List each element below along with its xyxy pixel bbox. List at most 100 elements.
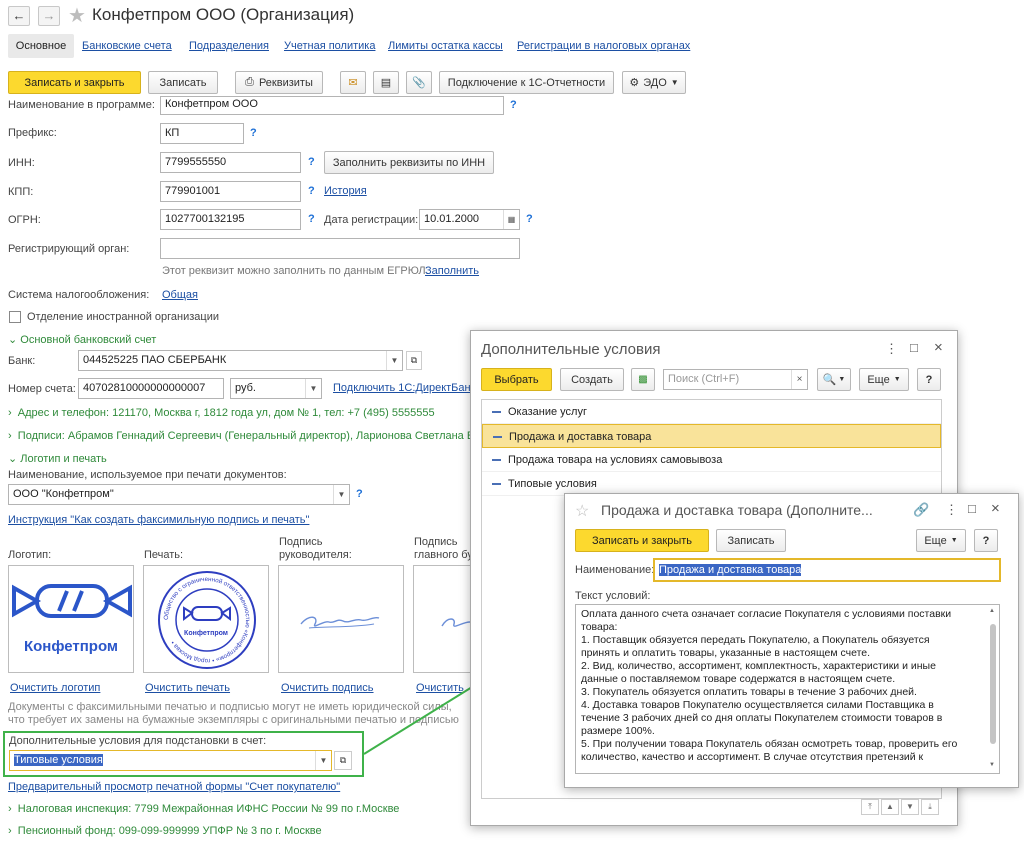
chevron-down-icon[interactable]: ▼ [315,751,331,770]
save-button[interactable]: Записать [148,71,218,94]
save-close-button[interactable]: Записать и закрыть [575,529,709,552]
tax-system-link[interactable]: Общая [162,289,198,301]
search-icon: 🔍 [822,374,837,386]
address-section[interactable]: › Адрес и телефон: 121170, Москва г, 181… [8,407,435,419]
tab-subdivisions[interactable]: Подразделения [189,40,269,52]
regdate-field[interactable]: 10.01.2000 ▦ [419,209,520,230]
open-icon[interactable]: ⧉ [334,751,352,770]
more-button[interactable]: Еще ▼ [859,368,909,391]
down-icon[interactable]: ▼ [901,799,919,815]
help-button[interactable]: ? [917,368,941,391]
more-vert-icon[interactable]: ⋮ [885,341,898,357]
help-icon[interactable]: ? [526,213,533,225]
calendar-icon[interactable]: ▦ [503,210,519,229]
favorite-star-icon[interactable]: ☆ [575,501,589,521]
list-item[interactable]: Продажа товара на условиях самовывоза [482,448,941,472]
save-close-button[interactable]: Записать и закрыть [8,71,141,94]
clear-logo-link[interactable]: Очистить логотип [10,682,100,694]
nav-forward-button[interactable]: → [38,6,60,26]
connect-reporting-button[interactable]: Подключение к 1С-Отчетности [439,71,614,94]
name-label: Наименование в программе: [8,99,155,111]
text-line: 4. Доставка товаров Покупателю осуществл… [581,699,934,711]
chevron-down-icon[interactable]: ▼ [305,379,321,398]
scroll-down-icon[interactable]: ▼ [989,762,995,768]
pension-section[interactable]: › Пенсионный фонд: 099-099-999999 УПФР №… [8,825,322,837]
first-icon[interactable]: ⤒ [861,799,879,815]
conditions-textarea[interactable]: Оплата данного счета означает согласие П… [575,604,1000,774]
list-item[interactable]: Продажа и доставка товара [482,424,941,448]
mail-button[interactable]: ✉ [340,71,366,94]
scrollbar[interactable]: ▲ ▼ [989,608,997,768]
history-link[interactable]: История [324,185,367,197]
scroll-thumb[interactable] [990,624,996,744]
name-field[interactable]: Конфетпром ООО [160,96,504,115]
logo-section-header[interactable]: ⌄ Логотип и печать [8,452,107,465]
clear-icon[interactable]: × [791,370,807,389]
help-icon[interactable]: ? [308,185,315,197]
addl-conditions-field[interactable]: Типовые условия ▼ [9,750,332,771]
link-icon[interactable]: 🔗 [913,502,929,518]
inn-field[interactable]: 7799555550 [160,152,301,173]
search-input[interactable]: Поиск (Ctrl+F) × [663,369,808,390]
help-icon[interactable]: ? [510,99,517,111]
tax-office-section[interactable]: › Налоговая инспекция: 7799 Межрайонная … [8,803,399,815]
help-icon[interactable]: ? [356,488,363,500]
prefix-label: Префикс: [8,127,57,139]
print-name-field[interactable]: ООО "Конфетпром" ▼ [8,484,350,505]
close-icon[interactable]: × [934,339,943,356]
tab-cash-limits[interactable]: Лимиты остатка кассы [388,40,503,52]
ogrn-field[interactable]: 1027700132195 [160,209,301,230]
favorite-star-icon[interactable]: ★ [68,3,86,28]
clear-stamp-link[interactable]: Очистить печать [145,682,230,694]
close-icon[interactable]: × [991,500,1000,517]
tab-bank-accounts[interactable]: Банковские счета [82,40,172,52]
egrul-fill-link[interactable]: Заполнить [425,265,479,277]
help-icon[interactable]: ? [308,213,315,225]
prefix-field[interactable]: КП [160,123,244,144]
up-icon[interactable]: ▲ [881,799,899,815]
tab-accounting-policy[interactable]: Учетная политика [284,40,375,52]
help-button[interactable]: ? [974,529,998,552]
tab-main[interactable]: Основное [8,34,74,58]
chevron-down-icon[interactable]: ▼ [386,351,402,370]
preview-link[interactable]: Предварительный просмотр печатной формы … [8,781,340,793]
logo-text: Конфетпром [23,638,119,655]
name-field[interactable]: Продажа и доставка товара [653,558,1001,582]
edo-button[interactable]: ⚙ ЭДО ▼ [622,71,686,94]
nav-back-button[interactable]: ← [8,6,30,26]
open-icon[interactable]: ⧉ [406,351,422,370]
maximize-icon[interactable]: □ [968,501,976,516]
more-button[interactable]: Еще ▼ [916,529,966,552]
more-vert-icon[interactable]: ⋮ [945,502,958,518]
signatures-section[interactable]: › Подписи: Абрамов Геннадий Сергеевич (Г… [8,430,474,442]
maximize-icon[interactable]: □ [910,340,918,355]
kpp-field[interactable]: 779901001 [160,181,301,202]
requisites-button[interactable]: ⎙ Реквизиты [235,71,323,94]
bank-field[interactable]: 044525225 ПАО СБЕРБАНК ▼ [78,350,403,371]
chevron-down-icon[interactable]: ▼ [333,485,349,504]
select-button[interactable]: Выбрать [481,368,552,391]
account-field[interactable]: 40702810000000000007 [78,378,224,399]
foreign-checkbox[interactable] [9,311,21,323]
save-button[interactable]: Записать [716,529,786,552]
logo-image[interactable]: Конфетпром [8,565,134,673]
currency-field[interactable]: руб. ▼ [230,378,322,399]
search-button[interactable]: 🔍 ▼ [817,368,851,391]
edo-icon: ⚙ [629,77,640,89]
create-button[interactable]: Создать [560,368,624,391]
tab-tax-registrations[interactable]: Регистрации в налоговых органах [517,40,690,52]
copy-button[interactable]: ▩ [631,368,655,391]
attach-button[interactable]: 📎 [406,71,432,94]
help-icon[interactable]: ? [308,156,315,168]
list-item[interactable]: Оказание услуг [482,400,941,424]
scroll-up-icon[interactable]: ▲ [989,608,995,614]
help-icon[interactable]: ? [250,127,257,139]
fill-by-inn-button[interactable]: Заполнить реквизиты по ИНН [324,151,494,174]
regorgan-field[interactable] [160,238,520,259]
bank-section-header[interactable]: ⌄ Основной банковский счет [8,333,156,346]
last-icon[interactable]: ⤓ [921,799,939,815]
instruction-link[interactable]: Инструкция "Как создать факсимильную под… [8,514,309,526]
report-button[interactable]: ▤ [373,71,399,94]
direct-bank-link[interactable]: Подключить 1С:ДиректБанк [333,382,475,394]
stamp-image[interactable]: Общество с ограниченной ответственностью… [143,565,269,673]
